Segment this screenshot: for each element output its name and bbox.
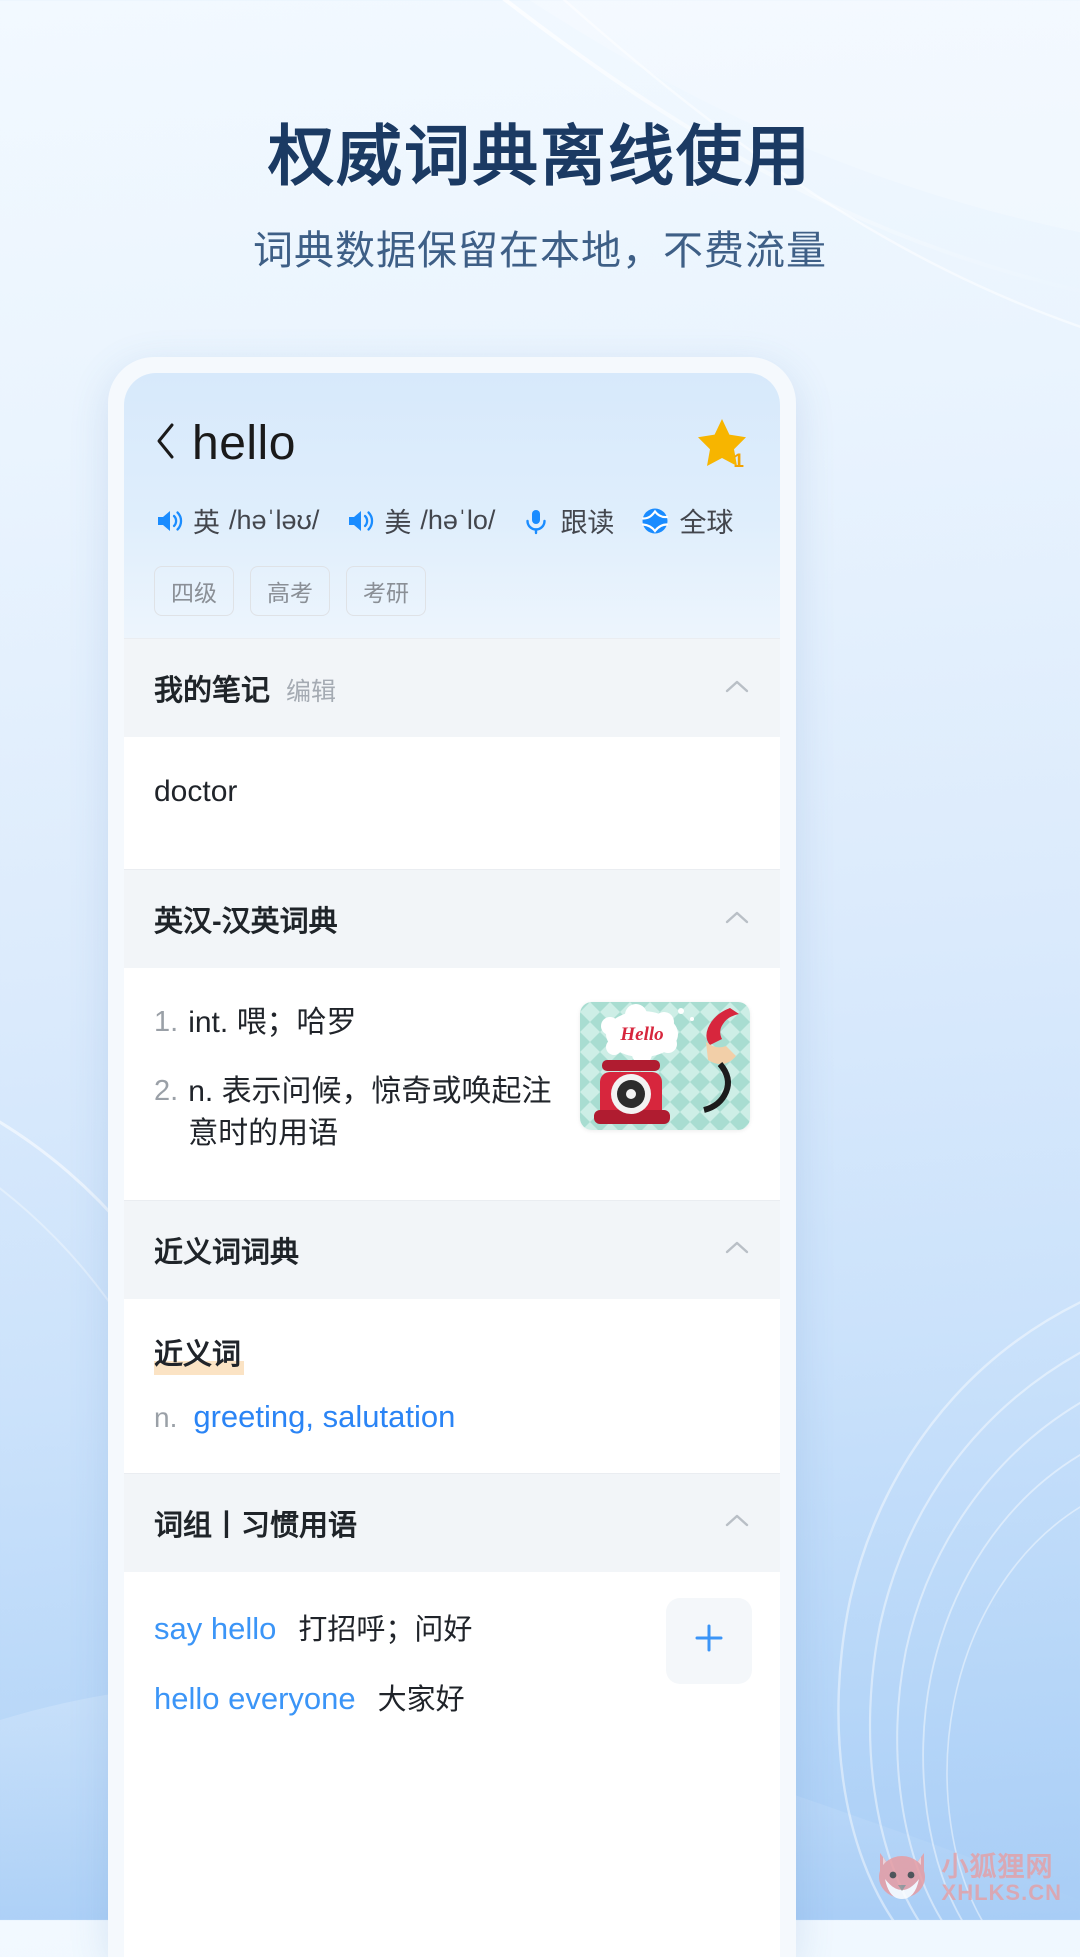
phrase-english[interactable]: hello everyone: [154, 1681, 356, 1717]
section-title-dictionary: 英汉-汉英词典: [154, 906, 338, 938]
section-header-notes-left: 我的笔记 编辑: [154, 667, 336, 709]
edit-notes-button[interactable]: 编辑: [286, 672, 336, 708]
hello-telephone-illustration: Hello: [580, 1002, 750, 1130]
definition-pos: int.: [188, 1006, 229, 1039]
headword: hello: [192, 416, 296, 470]
section-body-dictionary: 1. int. 喂；哈罗 2. n. 表示问候，惊奇或唤起注意时的用语 Hell…: [124, 968, 780, 1200]
section-header-dictionary-left: 英汉-汉英词典: [154, 898, 338, 940]
pronunciation-us-ipa: /həˈlo/: [420, 505, 496, 535]
definition-pos: n.: [188, 1074, 214, 1108]
pronunciation-uk-ipa: /həˈləʊ/: [229, 505, 320, 535]
word-title-left: hello: [154, 416, 296, 471]
follow-read-label: 跟读: [560, 508, 615, 538]
section-body-notes: doctor: [124, 737, 780, 869]
note-content[interactable]: doctor: [154, 767, 750, 839]
plus-icon: [691, 1620, 727, 1661]
watermark-cn: 小狐狸网: [941, 1851, 1054, 1882]
definition-number: 2.: [154, 1074, 179, 1107]
favorite-count-badge: 1: [733, 451, 744, 472]
definition-list: 1. int. 喂；哈罗 2. n. 表示问候，惊奇或唤起注意时的用语: [154, 1002, 558, 1156]
chevron-up-icon[interactable]: [724, 1239, 750, 1260]
phrase-chinese: 大家好: [377, 1683, 465, 1716]
phone-mockup: hello 1 英 /həˈləʊ/ 美 /həˈlo/ 跟读 全球 四级 高考…: [108, 357, 796, 1957]
exam-tag-row: 四级 高考 考研: [154, 566, 750, 622]
page-title: 权威词典离线使用: [268, 119, 812, 193]
word-header: hello 1 英 /həˈləʊ/ 美 /həˈlo/ 跟读 全球 四级 高考…: [124, 373, 780, 638]
definition-meaning: 表示问候，惊奇或唤起注意时的用语: [188, 1074, 552, 1151]
definition-meaning: 喂；哈罗: [236, 1006, 357, 1039]
speaker-icon[interactable]: [345, 506, 375, 536]
app-screen: hello 1 英 /həˈləʊ/ 美 /həˈlo/ 跟读 全球 四级 高考…: [124, 373, 780, 1957]
section-header-synonyms[interactable]: 近义词词典: [124, 1199, 780, 1299]
fox-face-icon: [872, 1847, 932, 1910]
section-header-phrases[interactable]: 词组丨习惯用语: [124, 1472, 780, 1572]
synonym-label: 近义词: [154, 1330, 245, 1375]
phrase-row[interactable]: hello everyone 大家好: [154, 1676, 750, 1718]
watermark-en: XHLKS.CN: [941, 1880, 1062, 1906]
word-title-row: hello 1: [154, 415, 750, 472]
hero-section: 权威词典离线使用 词典数据保留在本地，不费流量: [0, 0, 1080, 276]
chevron-up-icon[interactable]: [724, 909, 750, 930]
definition-text: n. 表示问候，惊奇或唤起注意时的用语: [188, 1071, 558, 1156]
section-title-notes: 我的笔记: [154, 675, 271, 707]
pronunciation-us-label: 美: [384, 508, 412, 538]
synonym-line: n. greeting, salutation: [154, 1399, 750, 1435]
exam-tag-cet4[interactable]: 四级: [154, 566, 234, 616]
phrase-english[interactable]: say hello: [154, 1611, 276, 1647]
section-body-phrases: say hello 打招呼；问好 hello everyone 大家好: [124, 1571, 780, 1756]
global-button[interactable]: 全球: [640, 501, 733, 540]
definition-item: 1. int. 喂；哈罗: [154, 1002, 558, 1045]
definition-text: int. 喂；哈罗: [188, 1002, 356, 1045]
add-phrase-button[interactable]: [666, 1597, 752, 1684]
section-header-dictionary[interactable]: 英汉-汉英词典: [124, 869, 780, 968]
star-icon[interactable]: 1: [694, 415, 750, 472]
page-subtitle: 词典数据保留在本地，不费流量: [253, 228, 827, 273]
exam-tag-kaoyan[interactable]: 考研: [346, 566, 426, 616]
watermark: 小狐狸网 XHLKS.CN: [872, 1847, 1062, 1910]
section-body-synonyms: 近义词 n. greeting, salutation: [124, 1298, 780, 1473]
pronunciation-us[interactable]: 美 /həˈlo/: [345, 501, 495, 540]
chevron-up-icon[interactable]: [724, 678, 750, 699]
section-header-phrases-left: 词组丨习惯用语: [154, 1502, 357, 1544]
speaker-icon[interactable]: [154, 506, 184, 536]
chevron-up-icon[interactable]: [724, 1512, 750, 1533]
section-title-phrases: 词组丨习惯用语: [154, 1509, 358, 1542]
global-label: 全球: [679, 508, 734, 538]
section-header-synonyms-left: 近义词词典: [154, 1229, 299, 1271]
follow-read-button[interactable]: 跟读: [521, 501, 614, 540]
pronunciation-row: 英 /həˈləʊ/ 美 /həˈlo/ 跟读 全球: [154, 501, 750, 540]
watermark-text: 小狐狸网 XHLKS.CN: [941, 1851, 1062, 1906]
globe-icon[interactable]: [640, 506, 670, 536]
pronunciation-uk-label: 英: [193, 508, 220, 538]
microphone-icon[interactable]: [521, 506, 551, 536]
pronunciation-uk[interactable]: 英 /həˈləʊ/: [154, 501, 319, 540]
exam-tag-gaokao[interactable]: 高考: [250, 566, 330, 616]
synonym-words[interactable]: greeting, salutation: [193, 1399, 455, 1435]
section-title-synonyms: 近义词词典: [154, 1236, 300, 1269]
synonym-pos: n.: [154, 1401, 178, 1433]
svg-text:Hello: Hello: [619, 1024, 663, 1045]
definition-number: 1.: [154, 1006, 179, 1038]
definition-item: 2. n. 表示问候，惊奇或唤起注意时的用语: [154, 1071, 558, 1156]
phrase-row[interactable]: say hello 打招呼；问好: [154, 1606, 750, 1648]
phrase-chinese: 打招呼；问好: [298, 1613, 473, 1646]
chevron-left-icon[interactable]: [154, 421, 176, 466]
section-header-notes[interactable]: 我的笔记 编辑: [124, 638, 780, 737]
